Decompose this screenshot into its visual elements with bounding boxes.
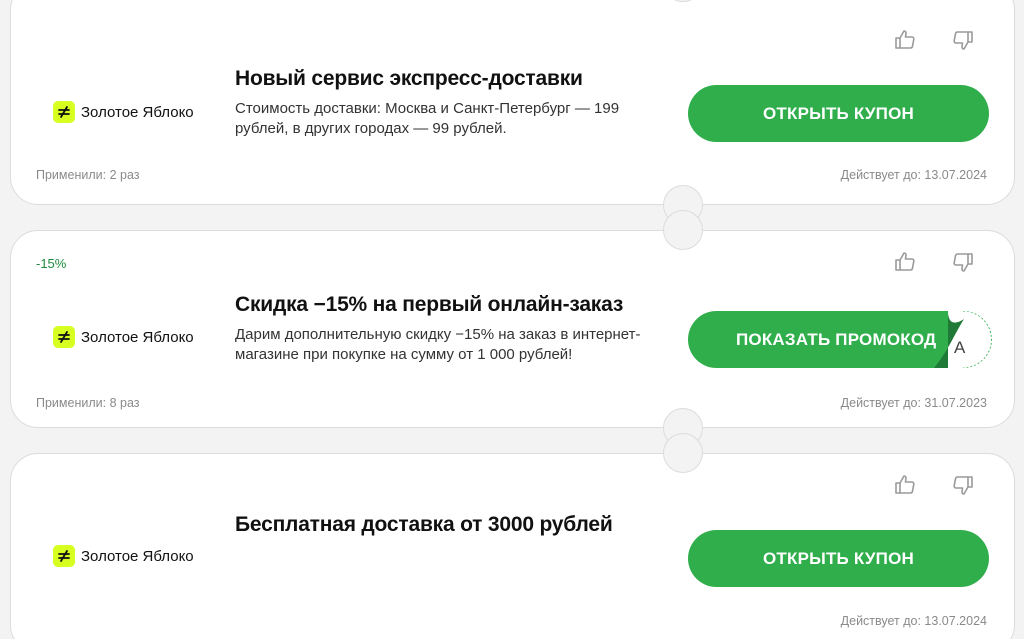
usage-count: Применили: 2 раз: [36, 168, 140, 182]
coupon-description: Стоимость доставки: Москва и Санкт-Петер…: [235, 100, 620, 137]
card-notch-top: [663, 210, 703, 250]
like-button[interactable]: [891, 248, 919, 276]
coupon-card: Золотое Яблоко Новый сервис экспресс-дос…: [10, 0, 1015, 225]
brand-logo: Золотое Яблоко: [53, 101, 194, 123]
brand-name: Золотое Яблоко: [81, 328, 194, 346]
coupon-card: -15% Золотое Яблоко Скидка −15% на первы…: [10, 210, 1015, 448]
coupon-title: Новый сервис экспресс-доставки: [235, 67, 583, 90]
usage-count: Применили: 8 раз: [36, 396, 140, 410]
coupon-description: Дарим дополнительную скидку −15% на зака…: [235, 326, 641, 363]
thumbs-up-icon: [895, 30, 915, 49]
dislike-button[interactable]: [949, 26, 977, 54]
thumbs-up-icon: [895, 475, 915, 494]
brand-name: Золотое Яблоко: [81, 103, 194, 121]
like-button[interactable]: [891, 26, 919, 54]
card-notch-top: [663, 433, 703, 473]
thumbs-up-icon: [895, 252, 915, 271]
valid-until: Действует до: 31.07.2023: [840, 396, 987, 410]
dislike-button[interactable]: [949, 248, 977, 276]
open-coupon-button[interactable]: ОТКРЫТЬ КУПОН: [688, 530, 989, 587]
promo-code-peek: A: [954, 338, 966, 357]
golden-apple-logo: [53, 545, 75, 567]
golden-apple-logo: [53, 326, 75, 348]
brand-logo: Золотое Яблоко: [53, 326, 194, 348]
thumbs-down-icon: [953, 31, 973, 50]
coupon-card: Золотое Яблоко Бесплатная доставка от 30…: [10, 433, 1015, 639]
discount-badge: -15%: [36, 256, 67, 271]
brand-logo: Золотое Яблоко: [53, 545, 194, 567]
coupon-list: Золотое Яблоко Новый сервис экспресс-дос…: [0, 0, 1024, 639]
promo-code-peel: A: [934, 311, 992, 368]
card-notch-top: [663, 0, 703, 2]
coupon-title: Скидка −15% на первый онлайн-заказ: [235, 293, 624, 316]
dislike-button[interactable]: [949, 471, 977, 499]
coupon-title: Бесплатная доставка от 3000 рублей: [235, 513, 613, 536]
show-promo-code[interactable]: ПОКАЗАТЬ ПРОМОКОД A: [688, 311, 992, 368]
valid-until: Действует до: 13.07.2024: [840, 168, 987, 182]
valid-until: Действует до: 13.07.2024: [840, 614, 987, 628]
golden-apple-logo: [53, 101, 75, 123]
like-button[interactable]: [891, 471, 919, 499]
open-coupon-button[interactable]: ОТКРЫТЬ КУПОН: [688, 85, 989, 142]
brand-name: Золотое Яблоко: [81, 547, 194, 565]
thumbs-down-icon: [953, 253, 973, 272]
thumbs-down-icon: [953, 476, 973, 495]
